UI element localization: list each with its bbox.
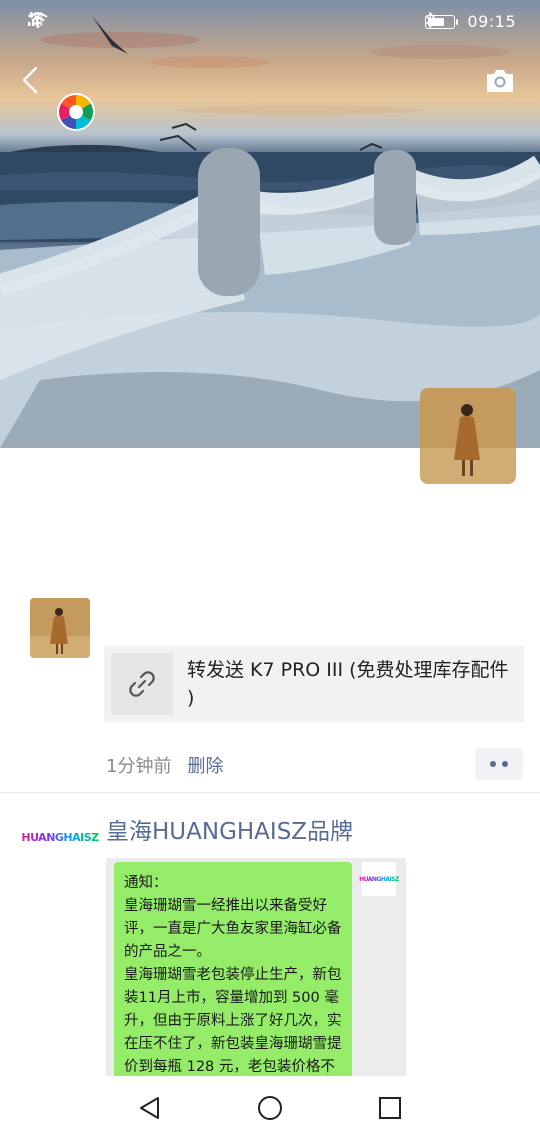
profile-avatar[interactable] bbox=[420, 388, 516, 484]
nav-home-button[interactable] bbox=[254, 1092, 286, 1124]
chevron-left-icon bbox=[22, 66, 38, 94]
link-thumbnail bbox=[111, 653, 173, 715]
back-button[interactable] bbox=[14, 62, 50, 98]
avatar-image bbox=[30, 598, 90, 658]
notice-brand-logo: HUANGHAISZ bbox=[359, 862, 399, 896]
notice-bubble: 通知： 皇海珊瑚雪一经推出以来备受好评，一直是广大鱼友家里海缸必备的产品之一。 … bbox=[114, 862, 352, 1078]
system-nav-bar bbox=[0, 1076, 540, 1140]
status-bar: 4G 09:15 bbox=[0, 0, 540, 44]
avatar-image bbox=[420, 388, 516, 484]
app-logo bbox=[56, 92, 96, 132]
circle-home-icon bbox=[258, 1096, 282, 1120]
camera-icon bbox=[487, 70, 513, 92]
shared-link-card[interactable]: 转发送 K7 PRO III (免费处理库存配件 ) bbox=[104, 646, 524, 722]
delete-button[interactable]: 删除 bbox=[187, 752, 223, 778]
cover-photo[interactable]: 4G 09:15 bbox=[0, 0, 540, 448]
brand-logo: HUANGHAISZ bbox=[21, 830, 99, 844]
link-icon bbox=[129, 671, 155, 697]
nav-back-button[interactable] bbox=[134, 1092, 166, 1124]
post-avatar[interactable] bbox=[30, 598, 90, 658]
battery-icon bbox=[425, 14, 459, 29]
brand-avatar[interactable]: HUANGHAISZ bbox=[21, 824, 99, 850]
battery-fill bbox=[428, 17, 444, 26]
dot-icon bbox=[490, 761, 496, 767]
nav-recents-button[interactable] bbox=[374, 1092, 406, 1124]
post-time: 1分钟前 bbox=[106, 756, 172, 777]
dot-icon bbox=[502, 761, 508, 767]
divider bbox=[0, 792, 540, 793]
cover-scene bbox=[0, 16, 540, 448]
post-meta: 1分钟前 删除 bbox=[106, 752, 223, 778]
camera-button[interactable] bbox=[484, 66, 516, 96]
triangle-back-icon bbox=[140, 1097, 159, 1119]
wifi-icon bbox=[28, 12, 48, 28]
square-recents-icon bbox=[379, 1097, 401, 1119]
clock: 09:15 bbox=[467, 12, 516, 31]
post-image[interactable]: 通知： 皇海珊瑚雪一经推出以来备受好评，一直是广大鱼友家里海缸必备的产品之一。 … bbox=[106, 858, 406, 1078]
more-actions-button[interactable] bbox=[475, 748, 523, 780]
poster-name[interactable]: 皇海HUANGHAISZ品牌 bbox=[106, 812, 353, 846]
shutter-icon bbox=[57, 93, 95, 131]
link-title: 转发送 K7 PRO III (免费处理库存配件 ) bbox=[187, 659, 509, 709]
